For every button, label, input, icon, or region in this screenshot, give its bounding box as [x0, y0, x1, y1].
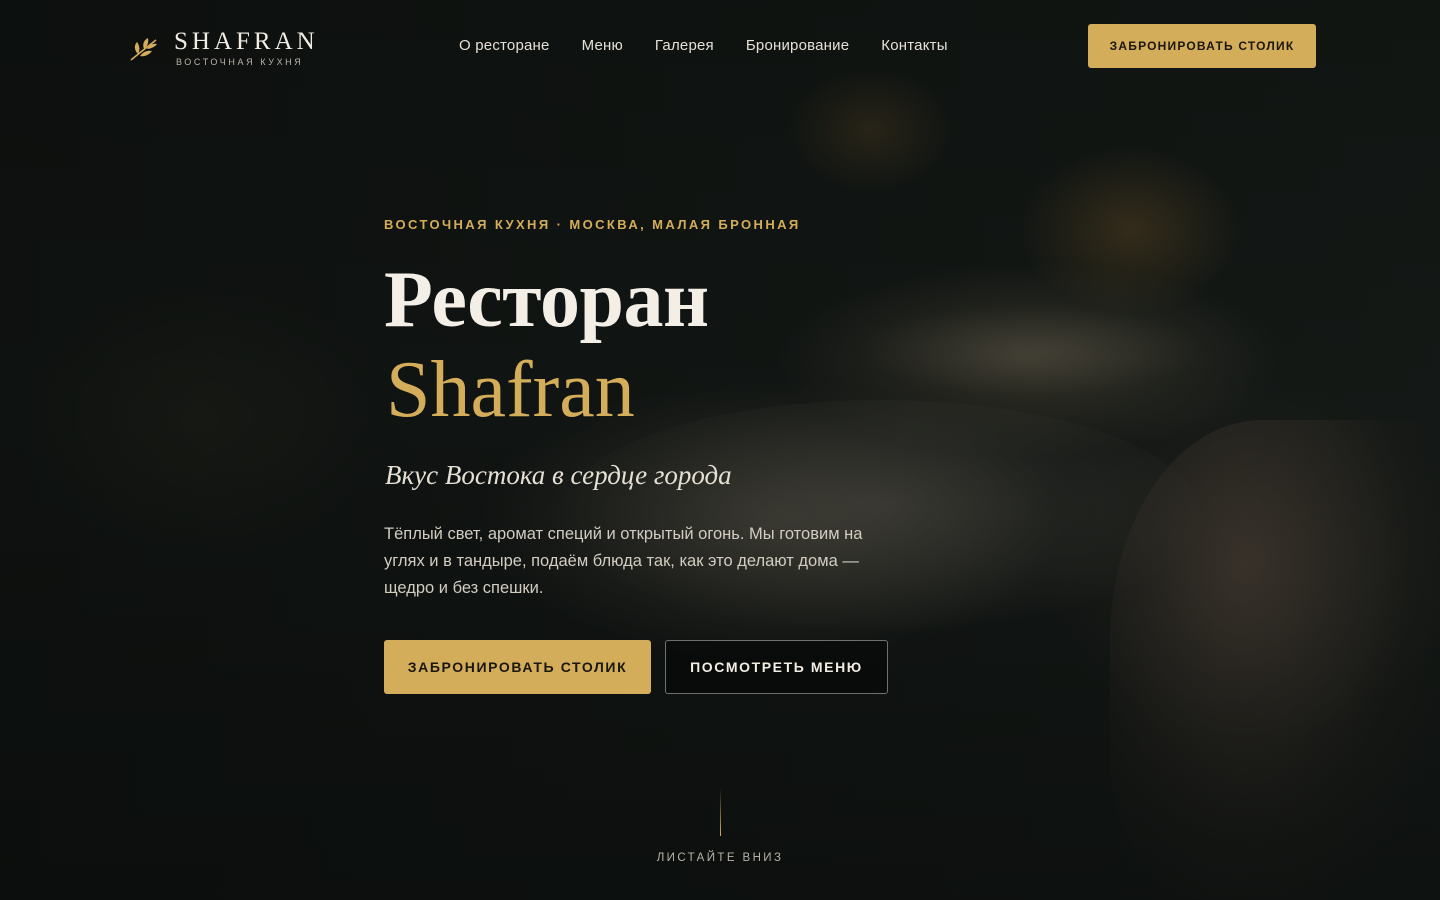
nav-item-gallery[interactable]: Галерея	[655, 37, 714, 54]
view-menu-button[interactable]: ПОСМОТРЕТЬ МЕНЮ	[665, 640, 888, 694]
scroll-hint-label: ЛИСТАЙТЕ ВНИЗ	[656, 852, 784, 864]
nav-item-contacts[interactable]: Контакты	[881, 37, 947, 54]
hero-title-line1: Ресторан	[384, 256, 709, 344]
logo[interactable]: SHAFRAN ВОСТОЧНАЯ КУХНЯ	[128, 28, 319, 67]
hero-tagline: Вкус Востока в сердце города	[385, 460, 732, 490]
hero-description: Тёплый свет, аромат специй и открытый ог…	[384, 525, 863, 597]
hero-title-line2: Shafran	[386, 346, 635, 434]
scroll-line	[719, 788, 721, 836]
book-table-button[interactable]: ЗАБРОНИРОВАТЬ СТОЛИК	[384, 640, 651, 694]
leaf-branch-icon	[130, 37, 157, 61]
hero-eyebrow: ВОСТОЧНАЯ КУХНЯ · МОСКВА, МАЛАЯ БРОННАЯ	[384, 217, 801, 232]
site-header: SHAFRAN ВОСТОЧНАЯ КУХНЯ О ресторане Меню…	[0, 0, 1440, 92]
nav-item-about[interactable]: О ресторане	[459, 37, 550, 54]
scroll-hint[interactable]: ЛИСТАЙТЕ ВНИЗ	[0, 788, 1440, 864]
brand-subtitle: ВОСТОЧНАЯ КУХНЯ	[176, 57, 304, 67]
brand-name: SHAFRAN	[174, 28, 319, 55]
nav-item-menu[interactable]: Меню	[582, 37, 623, 54]
header-book-table-button[interactable]: ЗАБРОНИРОВАТЬ СТОЛИК	[1088, 24, 1316, 68]
hero-overlay	[0, 0, 1440, 900]
main-nav: О ресторане Меню Галерея Бронирование Ко…	[459, 37, 948, 54]
nav-item-booking[interactable]: Бронирование	[746, 37, 849, 54]
